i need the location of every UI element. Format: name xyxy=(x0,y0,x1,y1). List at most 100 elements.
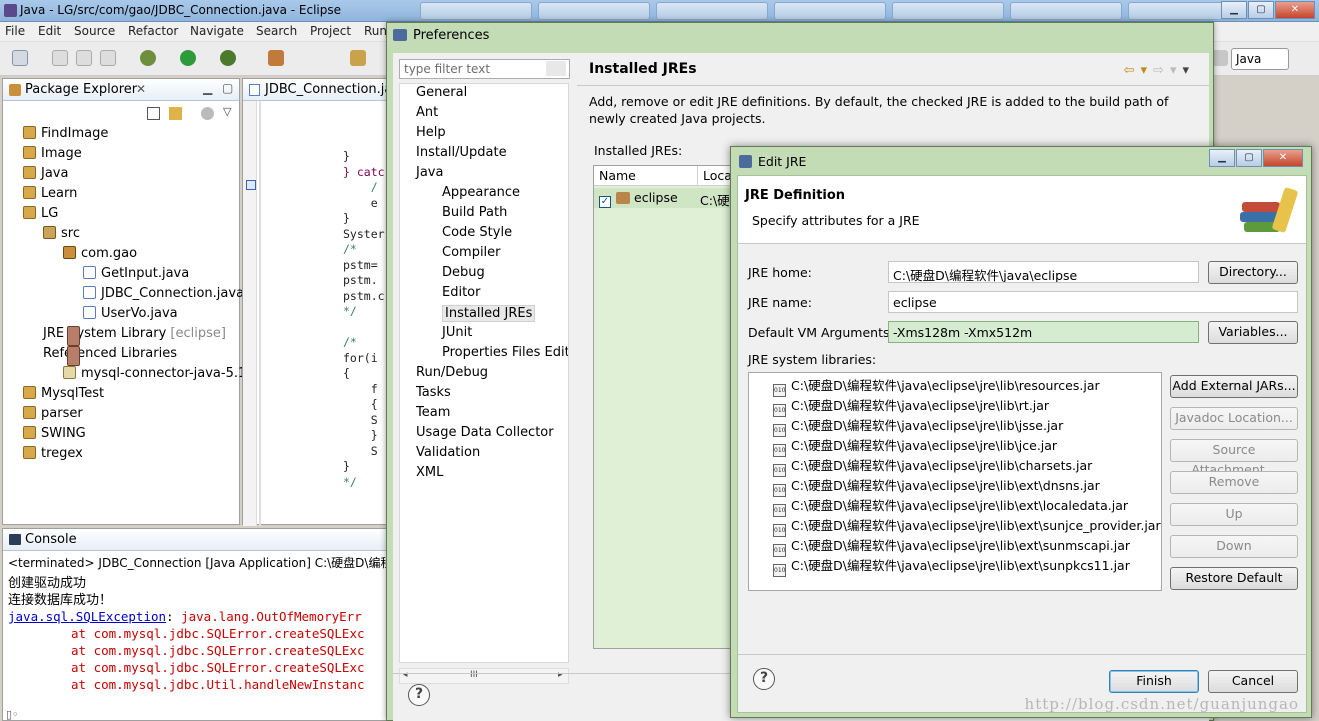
library-item[interactable]: 010 C:\硬盘D\编程软件\java\eclipse\jre\lib\ext\… xyxy=(773,515,1161,537)
java-perspective-button[interactable]: Java xyxy=(1231,48,1289,70)
tree-item-team[interactable]: Team xyxy=(416,405,450,420)
tree-item-editor[interactable]: Editor xyxy=(442,285,480,300)
jre-checkbox[interactable]: ✓ xyxy=(599,196,611,208)
print-icon[interactable] xyxy=(100,50,116,66)
add-external-jars-button[interactable]: Add External JARs... xyxy=(1170,375,1298,398)
exception-link[interactable]: java.sql.SQLException xyxy=(8,609,166,624)
maximize-button[interactable]: ▢ xyxy=(1236,149,1262,167)
stack-line[interactable]: at com.mysql.jdbc.Util.handleNewInstanc xyxy=(71,677,365,692)
save-icon[interactable] xyxy=(52,50,68,66)
scroll-thumb[interactable]: III xyxy=(470,670,478,680)
collapse-all-icon[interactable] xyxy=(147,107,160,120)
open-type-icon[interactable] xyxy=(350,50,366,66)
tree-item-tasks[interactable]: Tasks xyxy=(416,385,451,400)
tree-item-code-style[interactable]: Code Style xyxy=(442,225,512,240)
tree-item-general[interactable]: General xyxy=(416,85,467,100)
tree-item[interactable]: JDBC_Connection.java xyxy=(83,286,244,306)
link-with-editor-icon[interactable] xyxy=(169,107,182,120)
remove-button[interactable]: Remove xyxy=(1170,471,1298,494)
column-header-name[interactable]: Name xyxy=(594,166,698,186)
minimize-button[interactable]: ▁ xyxy=(1221,1,1247,19)
menu-navigate[interactable]: Navigate xyxy=(190,24,244,38)
forward-icon[interactable]: ⇨▾ xyxy=(1153,63,1182,78)
new-package-icon[interactable] xyxy=(268,50,284,66)
library-item[interactable]: 010 C:\硬盘D\编程软件\java\eclipse\jre\lib\ext\… xyxy=(773,555,1130,577)
tree-item[interactable]: Learn xyxy=(23,186,77,206)
tree-item[interactable]: parser xyxy=(23,406,83,426)
tree-item[interactable]: mysql-connector-java-5.1. xyxy=(63,366,250,386)
tree-item-build-path[interactable]: Build Path xyxy=(442,205,507,220)
menu-run[interactable]: Run xyxy=(364,24,387,38)
page-menu-icon[interactable]: ▾ xyxy=(1182,63,1195,78)
tree-horizontal-scrollbar[interactable]: ◂ III ▸ xyxy=(399,668,569,684)
taskbar-item[interactable] xyxy=(538,2,650,20)
debug-icon[interactable] xyxy=(140,50,156,66)
cancel-button[interactable]: Cancel xyxy=(1208,670,1298,693)
tree-item[interactable]: FindImage xyxy=(23,126,108,146)
tree-item[interactable]: com.gao xyxy=(63,246,137,266)
taskbar-item[interactable] xyxy=(892,2,1004,20)
menu-edit[interactable]: Edit xyxy=(38,24,61,38)
maximize-button[interactable]: ▢ xyxy=(1248,1,1274,19)
library-item[interactable]: 010 C:\硬盘D\编程软件\java\eclipse\jre\lib\jsse… xyxy=(773,415,1063,437)
stack-line[interactable]: at com.mysql.jdbc.SQLError.createSQLExc xyxy=(71,626,365,641)
maximize-view-icon[interactable]: ▢ xyxy=(222,81,233,95)
new-icon[interactable] xyxy=(12,50,28,66)
filter-input[interactable]: type filter text xyxy=(399,59,570,79)
down-button[interactable]: Down xyxy=(1170,535,1298,558)
jre-name-input[interactable]: eclipse xyxy=(888,291,1298,313)
minimize-view-icon[interactable]: ▁ xyxy=(203,81,212,95)
tree-item[interactable]: Referenced Libraries xyxy=(43,346,177,366)
tree-item-installed-jres[interactable]: Installed JREs xyxy=(442,305,536,322)
run-icon[interactable] xyxy=(180,50,196,66)
stack-line[interactable]: at com.mysql.jdbc.SQLError.createSQLExc xyxy=(71,643,365,658)
tree-item[interactable]: UserVo.java xyxy=(83,306,178,326)
javadoc-location-button[interactable]: Javadoc Location... xyxy=(1170,407,1298,430)
tree-item[interactable]: Image xyxy=(23,146,82,166)
tree-item-xml[interactable]: XML xyxy=(416,465,443,480)
jre-home-input[interactable]: C:\硬盘D\编程软件\java\eclipse xyxy=(888,261,1199,283)
clear-filter-icon[interactable] xyxy=(546,61,566,76)
library-item[interactable]: 010 C:\硬盘D\编程软件\java\eclipse\jre\lib\reso… xyxy=(773,375,1100,397)
tree-item[interactable]: JRE System Library [eclipse] xyxy=(43,326,226,346)
close-button[interactable]: ✕ xyxy=(1275,1,1315,19)
library-item[interactable]: 010 C:\硬盘D\编程软件\java\eclipse\jre\lib\jce.… xyxy=(773,435,1057,457)
editor-tab[interactable]: JDBC_Connection.jav xyxy=(243,79,400,101)
back-icon[interactable]: ⇦▾ xyxy=(1124,63,1153,78)
tree-item-install-update[interactable]: Install/Update xyxy=(416,145,507,160)
close-view-icon[interactable]: ✕ xyxy=(136,82,146,96)
jre-row[interactable]: ✓ eclipse C:\硬 xyxy=(594,188,744,208)
tree-item-help[interactable]: Help xyxy=(416,125,446,140)
variables-button[interactable]: Variables... xyxy=(1208,321,1298,344)
help-icon[interactable]: ? xyxy=(753,668,775,690)
tree-item[interactable]: SWING xyxy=(23,426,86,446)
close-button[interactable]: ✕ xyxy=(1263,149,1303,167)
menu-project[interactable]: Project xyxy=(310,24,351,38)
tree-item-junit[interactable]: JUnit xyxy=(442,325,472,340)
taskbar-thumbnails[interactable] xyxy=(420,2,1240,20)
tree-item[interactable]: LG xyxy=(23,206,58,226)
source-attachment-button[interactable]: Source Attachment... xyxy=(1170,439,1298,477)
library-item[interactable]: 010 C:\硬盘D\编程软件\java\eclipse\jre\lib\ext\… xyxy=(773,495,1128,517)
menu-refactor[interactable]: Refactor xyxy=(128,24,178,38)
taskbar-item[interactable] xyxy=(656,2,768,20)
package-explorer-tab[interactable]: Package Explorer ✕ ▁ ▢ xyxy=(3,79,239,101)
tree-item[interactable]: MysqlTest xyxy=(23,386,104,406)
menu-file[interactable]: File xyxy=(5,24,25,38)
tree-item-ant[interactable]: Ant xyxy=(416,105,438,120)
scroll-left-icon[interactable]: ◂ xyxy=(403,670,408,680)
focus-icon[interactable] xyxy=(201,107,214,120)
library-item[interactable]: 010 C:\硬盘D\编程软件\java\eclipse\jre\lib\ext\… xyxy=(773,535,1130,557)
view-menu-icon[interactable]: ▽ xyxy=(223,105,231,118)
open-perspective-icon[interactable] xyxy=(1212,50,1228,66)
taskbar-item[interactable] xyxy=(1010,2,1122,20)
library-item[interactable]: 010 C:\硬盘D\编程软件\java\eclipse\jre\lib\ext\… xyxy=(773,475,1100,497)
tree-item[interactable]: tregex xyxy=(23,446,83,466)
tree-item-appearance[interactable]: Appearance xyxy=(442,185,520,200)
tree-item-run-debug[interactable]: Run/Debug xyxy=(416,365,488,380)
task-marker-icon[interactable] xyxy=(246,180,256,190)
tree-item-java[interactable]: Java xyxy=(416,165,443,180)
directory-button[interactable]: Directory... xyxy=(1208,261,1298,284)
finish-button[interactable]: Finish xyxy=(1109,670,1199,693)
tree-item-validation[interactable]: Validation xyxy=(416,445,480,460)
